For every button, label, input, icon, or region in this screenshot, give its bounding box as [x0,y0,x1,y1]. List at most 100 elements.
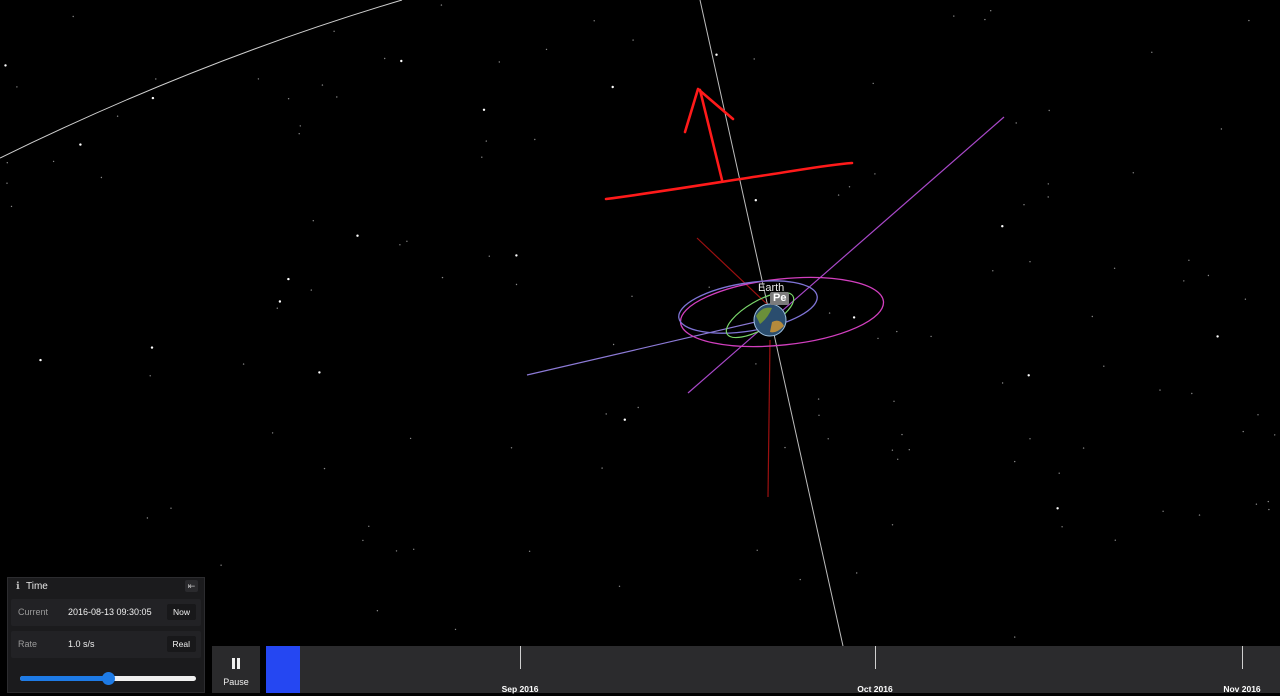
star [1091,315,1094,318]
star [605,413,607,415]
star [1207,274,1210,277]
star [271,432,274,434]
timeline-tick-label: Oct 2016 [857,684,893,694]
star [399,244,401,246]
star [149,375,151,377]
time-panel-header: ℹ Time ⇤ [8,578,204,595]
timeline-tick [520,646,521,669]
star [1103,365,1105,367]
star [612,343,615,346]
star [897,458,899,460]
star [784,446,786,449]
violet-orbit [678,280,818,334]
star [1220,128,1223,130]
star [623,418,626,421]
star [515,254,518,257]
star [287,277,290,281]
star [362,539,364,542]
star [276,307,278,309]
collapse-left-icon[interactable]: ⇤ [185,580,198,592]
star [1015,122,1017,124]
star [1113,267,1116,269]
rate-slider-thumb[interactable] [102,672,115,685]
star [287,98,290,100]
star [515,283,518,286]
periapsis-marker[interactable]: Pe [770,292,790,305]
star [312,220,314,222]
star [1029,438,1031,440]
star [827,438,829,440]
star [323,467,326,470]
star [498,61,500,63]
star [799,578,801,581]
star [901,433,903,436]
star [848,186,851,188]
star [1023,204,1025,206]
star [992,270,994,272]
current-time-value[interactable]: 2016-08-13 09:30:05 [68,607,152,617]
star [376,610,379,612]
rate-row: Rate 1.0 s/s Real [11,631,201,658]
star [1274,434,1276,436]
star [440,4,443,6]
star [1001,382,1004,384]
timeline-tick [1242,646,1243,669]
star [318,371,321,374]
now-button[interactable]: Now [166,604,196,620]
star [1162,510,1164,512]
star [872,82,874,85]
star [818,414,820,416]
timeline-current-marker[interactable] [266,646,300,693]
star [618,585,621,587]
star [1255,503,1258,505]
star [39,358,42,362]
star [1183,280,1185,282]
timeline-tick-label: Nov 2016 [1223,684,1261,694]
star [1151,51,1153,53]
real-button[interactable]: Real [166,636,196,652]
star [100,176,103,179]
star [1061,526,1063,528]
rate-slider-fill [20,676,108,681]
star [1198,514,1201,516]
star [400,59,403,63]
star [877,337,879,340]
star [310,289,312,291]
timeline-tick [875,646,876,669]
star [754,199,757,202]
star [79,143,82,146]
star [837,194,840,196]
star [52,160,55,163]
star [1047,183,1050,185]
timeline[interactable]: Sep 2016 Oct 2016 Nov 2016 [266,646,1280,694]
star [278,300,282,303]
star [1242,430,1244,433]
red-axis-line-2 [767,339,771,498]
rate-slider[interactable] [20,672,196,685]
star [908,449,910,451]
star [413,548,415,550]
star [395,550,398,552]
pause-button[interactable]: Pause [212,646,260,693]
star [299,125,301,127]
star [893,400,895,402]
star [16,86,18,88]
rate-value[interactable]: 1.0 s/s [68,639,95,649]
annotation-horizontal-line [604,161,854,201]
star [170,507,172,509]
star [485,140,487,142]
star [336,96,338,98]
star [891,449,894,451]
star [441,276,444,279]
star [406,240,408,242]
star [753,58,755,60]
star [593,20,595,22]
star [1216,335,1219,338]
star [1191,392,1193,395]
star [632,39,634,41]
earth-globe[interactable] [753,303,787,337]
star [1248,19,1250,22]
star [6,182,8,184]
star [368,525,370,527]
star [1056,507,1059,510]
